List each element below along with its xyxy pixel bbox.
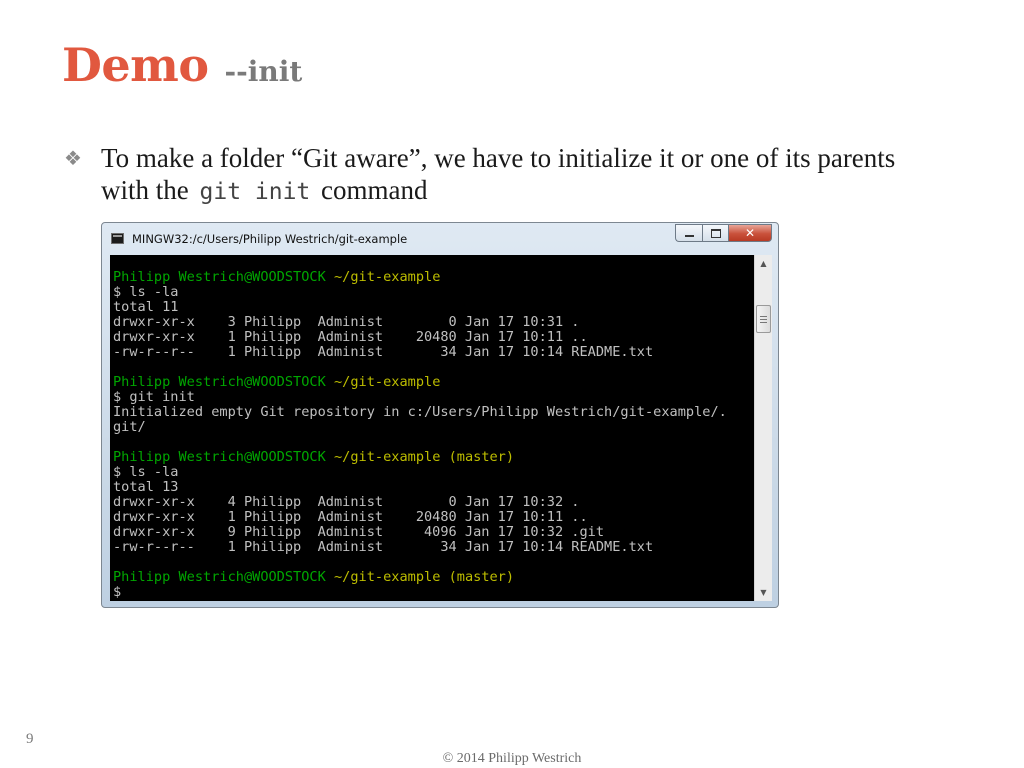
window-titlebar[interactable]: MINGW32:/c/Users/Philipp Westrich/git-ex… bbox=[102, 223, 778, 253]
terminal-output-line: $ ls -la bbox=[113, 284, 179, 300]
prompt-path: ~/git-example bbox=[333, 269, 441, 285]
prompt-path: ~/git-example bbox=[333, 374, 441, 390]
prompt-path: ~/git-example bbox=[333, 569, 441, 585]
minimize-button[interactable] bbox=[675, 224, 702, 242]
prompt-user: Philipp Westrich@WOODSTOCK bbox=[113, 269, 326, 285]
title-subtitle: --init bbox=[224, 55, 303, 88]
diamond-bullet-icon: ❖ bbox=[64, 146, 82, 170]
terminal-output[interactable]: Philipp Westrich@WOODSTOCK ~/git-example… bbox=[110, 255, 754, 601]
terminal-output-line: drwxr-xr-x 4 Philipp Administ 0 Jan 17 1… bbox=[113, 494, 580, 510]
slide-title: Demo --init bbox=[62, 38, 302, 92]
prompt-path: ~/git-example bbox=[333, 449, 441, 465]
scroll-down-arrow-icon[interactable]: ▼ bbox=[755, 584, 772, 601]
terminal-output-line: total 11 bbox=[113, 299, 179, 315]
terminal-output-line: -rw-r--r-- 1 Philipp Administ 34 Jan 17 … bbox=[113, 344, 654, 360]
vertical-scrollbar[interactable]: ▲ ▼ bbox=[754, 255, 772, 601]
page-number: 9 bbox=[26, 731, 34, 747]
bullet-text-after: command bbox=[321, 175, 428, 205]
bullet-point: ❖ To make a folder “Git aware”, we have … bbox=[64, 142, 924, 208]
terminal-output-line: $ ls -la bbox=[113, 464, 179, 480]
scroll-up-arrow-icon[interactable]: ▲ bbox=[755, 255, 772, 272]
prompt-user: Philipp Westrich@WOODSTOCK bbox=[113, 449, 326, 465]
close-icon: ✕ bbox=[744, 226, 756, 240]
prompt-user: Philipp Westrich@WOODSTOCK bbox=[113, 569, 326, 585]
terminal-output-line: $ bbox=[113, 584, 122, 600]
maximize-button[interactable] bbox=[702, 224, 728, 242]
terminal-output-line: drwxr-xr-x 1 Philipp Administ 20480 Jan … bbox=[113, 329, 588, 345]
terminal-output-line: $ git init bbox=[113, 389, 195, 405]
bullet-text: To make a folder “Git aware”, we have to… bbox=[101, 142, 924, 208]
inline-code: git init bbox=[199, 179, 311, 205]
window-controls: ✕ bbox=[675, 224, 772, 242]
prompt-branch: (master) bbox=[448, 569, 515, 585]
footer-copyright: © 2014 Philipp Westrich bbox=[442, 751, 582, 766]
title-main: Demo bbox=[62, 38, 209, 92]
terminal-output-line: -rw-r--r-- 1 Philipp Administ 34 Jan 17 … bbox=[113, 539, 654, 555]
prompt-branch: (master) bbox=[448, 449, 515, 465]
terminal-output-line: drwxr-xr-x 3 Philipp Administ 0 Jan 17 1… bbox=[113, 314, 580, 330]
terminal-output-line: git/ bbox=[113, 419, 146, 435]
minimize-icon bbox=[684, 235, 694, 237]
close-button[interactable]: ✕ bbox=[728, 224, 772, 242]
terminal-output-line: total 13 bbox=[113, 479, 179, 495]
terminal-icon[interactable] bbox=[111, 233, 124, 244]
terminal-prompt-line: Philipp Westrich@WOODSTOCK ~/git-example bbox=[113, 270, 754, 285]
grip-icon bbox=[760, 315, 767, 324]
terminal-prompt-line: Philipp Westrich@WOODSTOCK ~/git-example bbox=[113, 375, 754, 390]
terminal-output-line: drwxr-xr-x 9 Philipp Administ 4096 Jan 1… bbox=[113, 524, 605, 540]
terminal-prompt-line: Philipp Westrich@WOODSTOCK ~/git-example… bbox=[113, 450, 754, 465]
maximize-icon bbox=[710, 228, 721, 238]
prompt-user: Philipp Westrich@WOODSTOCK bbox=[113, 374, 326, 390]
window-title: MINGW32:/c/Users/Philipp Westrich/git-ex… bbox=[132, 232, 408, 246]
scrollbar-thumb[interactable] bbox=[756, 305, 771, 333]
terminal-prompt-line: Philipp Westrich@WOODSTOCK ~/git-example… bbox=[113, 570, 754, 585]
terminal-output-line: Initialized empty Git repository in c:/U… bbox=[113, 404, 727, 420]
terminal-window[interactable]: MINGW32:/c/Users/Philipp Westrich/git-ex… bbox=[101, 222, 779, 608]
terminal-output-line: drwxr-xr-x 1 Philipp Administ 20480 Jan … bbox=[113, 509, 588, 525]
